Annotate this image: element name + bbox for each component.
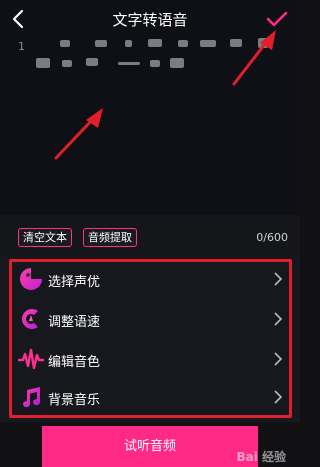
speed-icon — [22, 309, 38, 329]
header-bar: 文字转语音 — [0, 0, 300, 40]
extract-audio-button[interactable]: 音频提取 — [83, 228, 137, 247]
menu-item-speech-speed[interactable]: 调整语速 — [12, 301, 290, 337]
line-number: 1 — [18, 40, 25, 53]
chevron-right-icon — [274, 352, 283, 366]
menu-item-edit-timbre[interactable]: 编辑音色 — [12, 341, 290, 377]
char-count: 0/600 — [256, 231, 288, 244]
settings-menu: 选择声优 调整语速 编辑音色 背景音乐 — [0, 257, 300, 422]
waveform-icon — [18, 348, 44, 370]
music-note-icon — [23, 387, 41, 408]
menu-item-label: 调整语速 — [48, 315, 101, 330]
bottom-bar: 试听音频 Bai 经验 — [0, 422, 300, 467]
clear-text-button[interactable]: 清空文本 — [18, 228, 72, 247]
voice-actor-icon — [20, 268, 42, 290]
menu-item-background-music[interactable]: 背景音乐 — [12, 379, 290, 415]
chevron-right-icon — [274, 272, 283, 286]
action-bar: 清空文本 音频提取 0/600 — [0, 215, 300, 257]
page-title: 文字转语音 — [112, 11, 188, 29]
menu-item-label: 编辑音色 — [48, 355, 101, 370]
watermark-logo: Bai 经验 — [236, 450, 286, 464]
menu-item-label: 选择声优 — [48, 275, 101, 290]
confirm-check-icon[interactable] — [264, 6, 290, 32]
preview-audio-button[interactable]: 试听音频 — [42, 426, 258, 467]
chevron-right-icon — [274, 390, 283, 404]
menu-item-label: 背景音乐 — [48, 393, 101, 408]
text-editor-area[interactable]: 文字转语音 1 — [0, 0, 300, 215]
chevron-right-icon — [274, 312, 283, 326]
menu-item-voice-actor[interactable]: 选择声优 — [12, 261, 290, 297]
